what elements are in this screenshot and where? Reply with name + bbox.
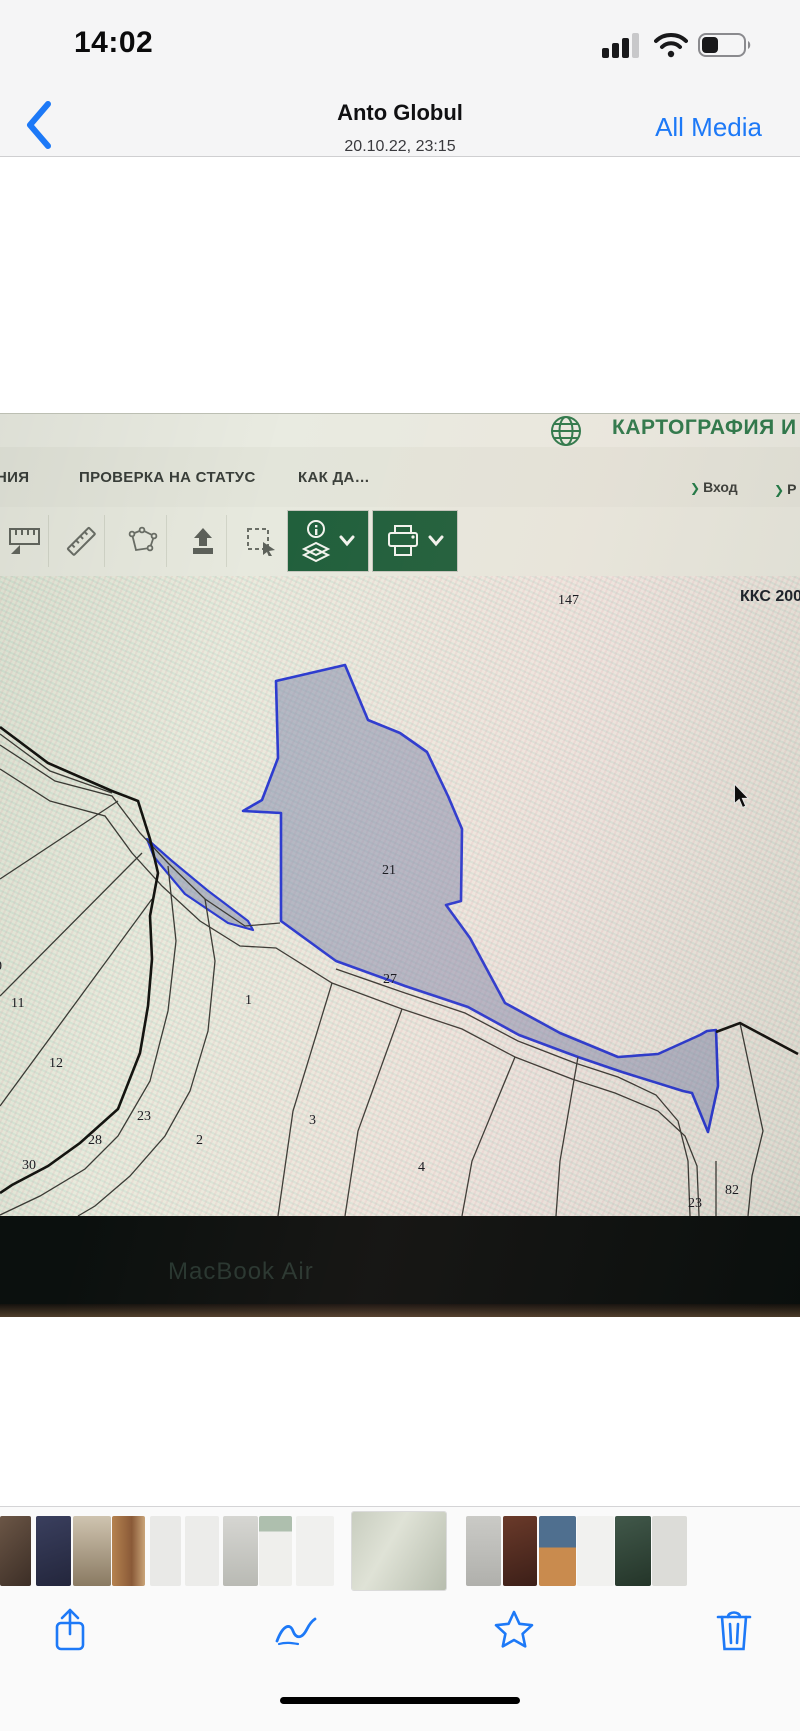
site-brand: КАРТОГРАФИЯ И — [612, 416, 797, 440]
ios-screen: 14:02 — [0, 0, 800, 1731]
home-indicator[interactable] — [280, 1697, 520, 1704]
site-menu-item: ПРОВЕРКА НА СТАТУС — [79, 469, 256, 486]
media-thumbnail[interactable] — [185, 1516, 219, 1586]
highlighted-sliver — [147, 839, 253, 930]
macbook-air-label: MacBook Air — [168, 1258, 314, 1286]
wifi-icon — [654, 32, 688, 58]
photo-of-laptop-screen[interactable]: КАРТОГРАФИЯ И ❯Вход ❯Р НИЯ ПРОВЕРКА НА СТ… — [0, 413, 800, 1317]
chevron-right-icon: ❯ — [774, 483, 784, 497]
upload-tool-icon — [180, 515, 227, 567]
laptop-bezel: MacBook Air — [0, 1216, 800, 1304]
media-thumbnail[interactable] — [652, 1516, 687, 1586]
all-media-link[interactable]: All Media — [655, 112, 762, 143]
media-thumbnail[interactable] — [36, 1516, 71, 1586]
ruler-tool-icon — [58, 515, 105, 567]
top-chrome: 14:02 — [0, 0, 800, 157]
chevron-down-icon — [339, 535, 355, 547]
status-time: 14:02 — [74, 26, 153, 60]
media-thumbnail[interactable] — [466, 1516, 501, 1586]
media-thumbnail[interactable] — [73, 1516, 111, 1586]
media-thumbnail[interactable] — [259, 1516, 292, 1586]
media-thumbnail[interactable] — [296, 1516, 334, 1586]
media-thumbnail[interactable] — [539, 1516, 576, 1586]
crs-label: ККС 200 — [740, 588, 800, 606]
cellular-signal-icon — [602, 32, 644, 58]
battery-icon — [698, 32, 754, 58]
media-thumbnail[interactable] — [577, 1516, 614, 1586]
site-menu-item: НИЯ — [0, 469, 29, 486]
delete-trash-button[interactable] — [710, 1606, 758, 1654]
site-menu: ❯Вход ❯Р НИЯ ПРОВЕРКА НА СТАТУС КАК ДА… — [0, 447, 800, 508]
share-button[interactable] — [46, 1606, 94, 1654]
markup-button[interactable] — [272, 1606, 320, 1654]
cadastral-map — [0, 576, 800, 1217]
map-linework — [0, 576, 800, 1217]
site-login-link: ❯Вход — [690, 479, 738, 495]
globe-icon — [546, 413, 586, 451]
laptop-base-edge — [0, 1304, 800, 1317]
site-menu-item: КАК ДА… — [298, 469, 370, 486]
media-thumbnail[interactable] — [150, 1516, 181, 1586]
media-thumbnail[interactable] — [223, 1516, 258, 1586]
layers-info-button — [288, 511, 368, 571]
media-thumbnail[interactable] — [112, 1516, 145, 1586]
chevron-right-icon: ❯ — [690, 481, 700, 495]
mouse-cursor-icon — [730, 784, 752, 810]
site-header: КАРТОГРАФИЯ И — [0, 414, 800, 447]
media-thumbnail[interactable] — [503, 1516, 537, 1586]
media-thumbnail[interactable] — [615, 1516, 651, 1586]
highlighted-parcel-21 — [243, 665, 718, 1132]
chevron-down-icon — [428, 535, 444, 547]
media-thumbnail[interactable] — [352, 1512, 446, 1590]
polygon-measure-tool-icon — [120, 515, 167, 567]
media-thumbnail[interactable] — [0, 1516, 31, 1586]
status-icons — [602, 32, 754, 58]
dimension-tool-icon — [2, 515, 49, 567]
select-tool-icon — [240, 515, 282, 567]
favorite-star-button[interactable] — [490, 1606, 538, 1654]
site-register-link: ❯Р — [774, 481, 796, 497]
print-button — [373, 511, 457, 571]
map-toolbar — [0, 507, 800, 577]
